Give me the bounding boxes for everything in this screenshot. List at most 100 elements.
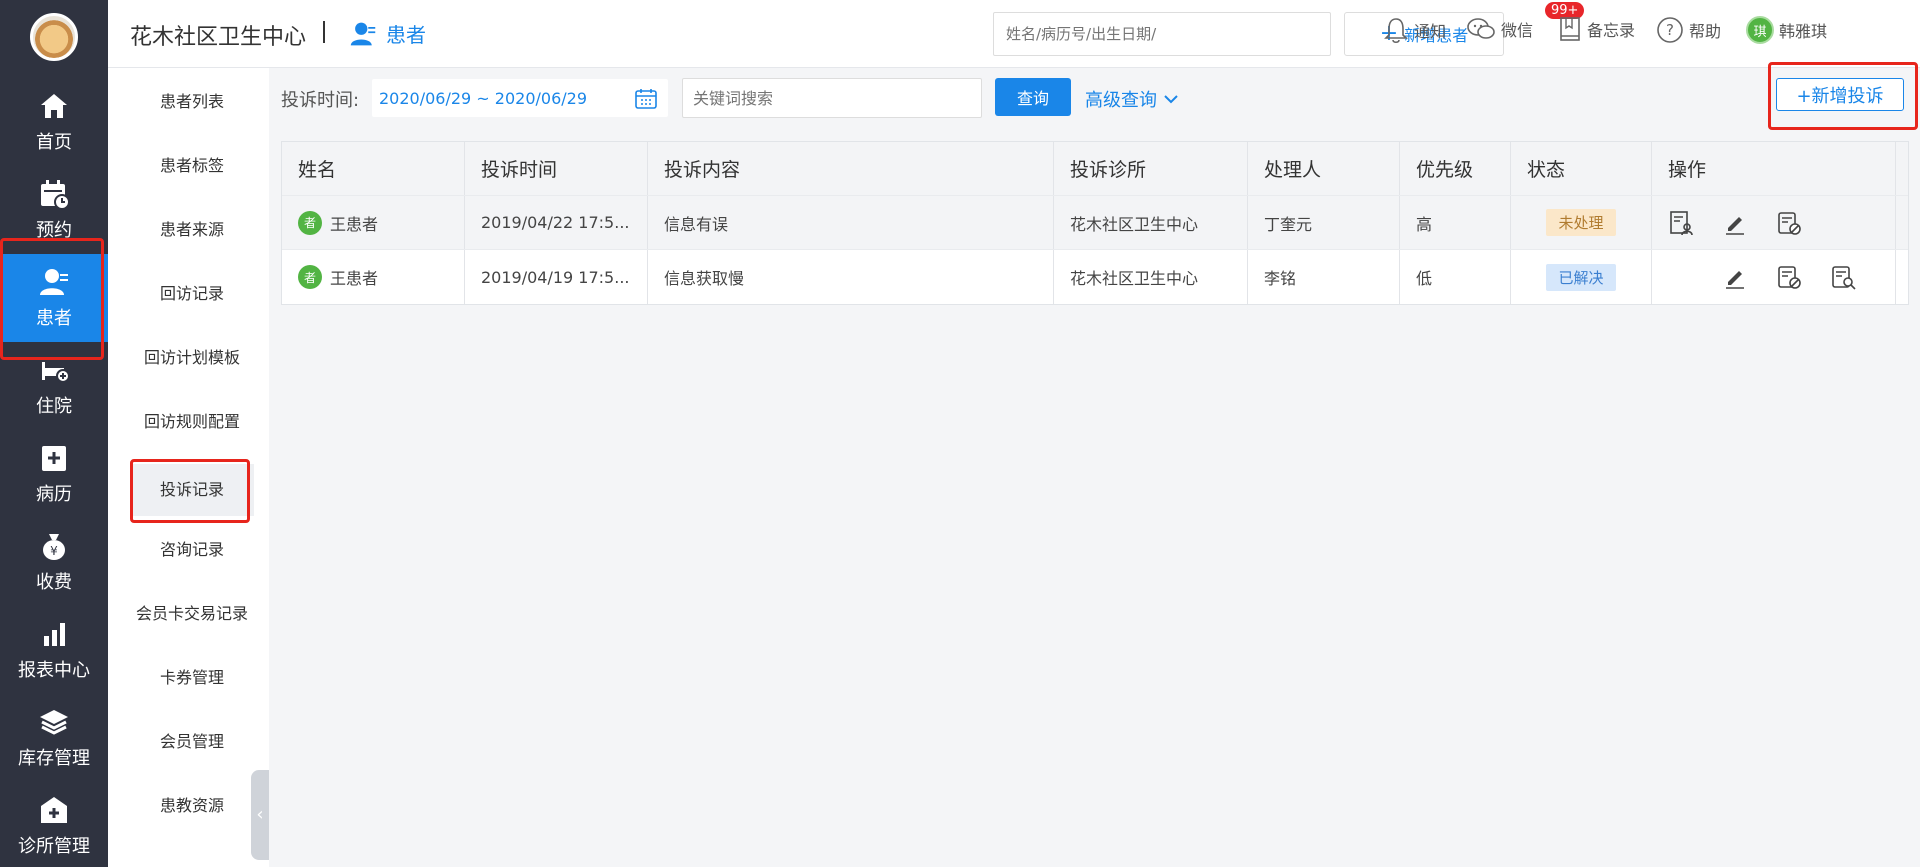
nav-item-clinic-management[interactable]: 诊所管理 — [0, 782, 108, 867]
table-row[interactable]: 者 王患者 2019/04/19 17:5... 信息获取慢 花木社区卫生中心 … — [282, 250, 1908, 304]
user-name: 韩雅琪 — [1779, 22, 1828, 41]
table-row[interactable]: 者 王患者 2019/04/22 17:5... 信息有误 花木社区卫生中心 丁… — [282, 196, 1908, 250]
nav-item-medical-record[interactable]: 病历 — [0, 430, 108, 518]
cell-time: 2019/04/22 17:5... — [465, 196, 648, 249]
subnav-item-consult-records[interactable]: 咨询记录 — [130, 524, 254, 576]
patient-icon — [40, 269, 68, 295]
clinic-icon — [41, 797, 67, 823]
view-detail-icon[interactable] — [1830, 264, 1856, 290]
new-complaint-button[interactable]: +新增投诉 — [1776, 78, 1904, 111]
patient-name[interactable]: 王患者 — [330, 211, 378, 235]
svg-text:?: ? — [1666, 21, 1674, 39]
user-avatar-small: 琪 — [1746, 16, 1774, 44]
nav-item-inventory[interactable]: 库存管理 — [0, 694, 108, 782]
col-name: 姓名 — [282, 142, 465, 195]
nav-label: 患者 — [36, 308, 72, 329]
col-handler: 处理人 — [1248, 142, 1400, 195]
close-complaint-icon[interactable] — [1776, 210, 1802, 236]
cell-time: 2019/04/19 17:5... — [465, 250, 648, 304]
subnav-item-education-resources[interactable]: 患教资源 — [130, 780, 254, 832]
advanced-query-toggle[interactable]: 高级查询 — [1085, 86, 1179, 112]
chevron-down-icon — [1164, 95, 1178, 104]
cell-actions — [1652, 196, 1896, 249]
cell-handler: 李铭 — [1248, 250, 1400, 304]
subnav-item-coupon-management[interactable]: 卡券管理 — [130, 652, 254, 704]
patient-name[interactable]: 王患者 — [330, 265, 378, 289]
left-nav: 首页 预约 患者 住院 病历 ¥ 收费 报表中心 库存管理 诊所管理 — [0, 0, 108, 867]
patient-icon — [350, 22, 376, 45]
nav-label: 收费 — [36, 572, 72, 593]
subnav-item-patient-tags[interactable]: 患者标签 — [130, 140, 254, 192]
nav-item-home[interactable]: 首页 — [0, 78, 108, 166]
nav-item-appointment[interactable]: 预约 — [0, 166, 108, 254]
nav-label: 库存管理 — [18, 748, 90, 769]
calendar-icon — [635, 89, 657, 109]
subnav-item-followup-template[interactable]: 回访计划模板 — [130, 332, 254, 384]
subnav-item-member-management[interactable]: 会员管理 — [130, 716, 254, 768]
cell-content: 信息有误 — [648, 196, 1054, 249]
book-icon — [1560, 17, 1580, 41]
patient-search-input[interactable] — [993, 12, 1331, 56]
complaint-table: 姓名 投诉时间 投诉内容 投诉诊所 处理人 优先级 状态 操作 者 王患者 20… — [281, 141, 1909, 305]
col-content: 投诉内容 — [648, 142, 1054, 195]
user-avatar[interactable] — [30, 13, 78, 61]
main-content: 投诉时间: 2020/06/29 ~ 2020/06/29 查询 高级查询 +新… — [269, 68, 1920, 867]
home-icon — [41, 94, 67, 118]
date-range-value: 2020/06/29 ~ 2020/06/29 — [379, 88, 588, 108]
cell-clinic: 花木社区卫生中心 — [1054, 196, 1248, 249]
col-priority: 优先级 — [1400, 142, 1511, 195]
wechat-label: 微信 — [1501, 21, 1534, 40]
subnav-item-complaint-records[interactable]: 投诉记录 — [130, 464, 254, 516]
keyword-search-input[interactable] — [682, 78, 982, 118]
chevron-left-icon: ‹ — [256, 804, 264, 825]
nav-label: 住院 — [36, 396, 72, 417]
wechat-button[interactable]: 微信 — [1466, 16, 1533, 42]
bed-icon — [42, 362, 70, 383]
nav-label: 报表中心 — [18, 660, 90, 681]
memo-label: 备忘录 — [1587, 21, 1636, 40]
col-clinic: 投诉诊所 — [1054, 142, 1248, 195]
subnav-item-followup-rules[interactable]: 回访规则配置 — [130, 396, 254, 448]
col-actions: 操作 — [1652, 142, 1896, 195]
nav-label: 首页 — [36, 132, 72, 153]
user-menu[interactable]: 琪 韩雅琪 — [1746, 16, 1827, 44]
col-status: 状态 — [1511, 142, 1652, 195]
collapse-sidebar-button[interactable]: ‹ — [251, 770, 269, 860]
assign-handler-icon[interactable] — [1668, 210, 1694, 236]
top-header: 花木社区卫生中心 患者 + 新增患者 99+ 通知 微信 备忘录 ? 帮助 琪 … — [108, 0, 1920, 68]
org-name: 花木社区卫生中心 — [130, 25, 307, 50]
cell-status: 未处理 — [1511, 196, 1652, 249]
money-bag-icon: ¥ — [43, 534, 65, 560]
patient-avatar: 者 — [298, 265, 322, 289]
nav-item-patient[interactable]: 患者 — [0, 254, 108, 342]
status-badge: 未处理 — [1546, 209, 1616, 236]
medical-record-icon — [42, 446, 66, 471]
cell-priority: 低 — [1400, 250, 1511, 304]
nav-item-charge[interactable]: ¥ 收费 — [0, 518, 108, 606]
bell-icon — [1384, 18, 1408, 44]
help-button[interactable]: ? 帮助 — [1656, 16, 1721, 44]
svg-text:¥: ¥ — [50, 544, 58, 558]
subnav-item-patient-list[interactable]: 患者列表 — [130, 76, 254, 128]
nav-item-inpatient[interactable]: 住院 — [0, 342, 108, 430]
subnav-item-followup-records[interactable]: 回访记录 — [130, 268, 254, 320]
query-button[interactable]: 查询 — [995, 78, 1071, 116]
memo-button[interactable]: 备忘录 — [1558, 16, 1635, 42]
date-range-picker[interactable]: 2020/06/29 ~ 2020/06/29 — [372, 79, 668, 117]
layers-icon — [40, 710, 68, 735]
sub-nav: 患者列表 患者标签 患者来源 回访记录 回访计划模板 回访规则配置 投诉记录 咨… — [108, 68, 269, 867]
close-complaint-icon[interactable] — [1776, 264, 1802, 290]
wechat-icon — [1467, 18, 1495, 39]
edit-icon[interactable] — [1722, 264, 1748, 290]
nav-item-report-center[interactable]: 报表中心 — [0, 606, 108, 694]
header-divider — [323, 21, 325, 43]
subnav-item-patient-source[interactable]: 患者来源 — [130, 204, 254, 256]
cell-name: 者 王患者 — [282, 196, 465, 249]
advanced-query-label: 高级查询 — [1085, 90, 1157, 111]
cell-status: 已解决 — [1511, 250, 1652, 304]
notify-button[interactable]: 通知 — [1383, 16, 1446, 44]
subnav-item-member-card-transactions[interactable]: 会员卡交易记录 — [130, 588, 254, 640]
edit-icon[interactable] — [1722, 210, 1748, 236]
nav-label: 预约 — [36, 220, 72, 241]
cell-clinic: 花木社区卫生中心 — [1054, 250, 1248, 304]
